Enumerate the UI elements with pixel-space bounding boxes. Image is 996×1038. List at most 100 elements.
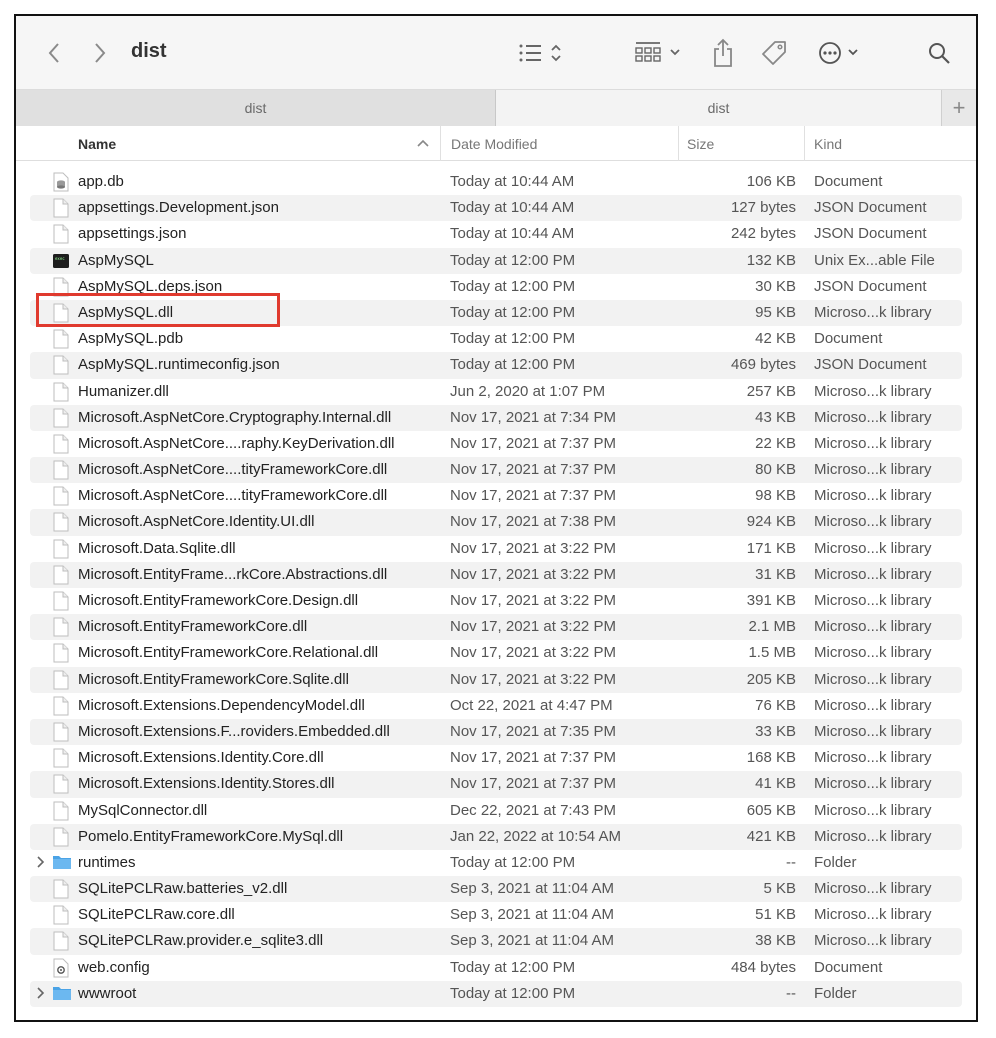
file-name: Microsoft.Extensions.Identity.Core.dll: [78, 749, 324, 767]
file-size: 605 KB: [746, 801, 796, 819]
document-icon: [52, 774, 70, 794]
file-date-modified: Nov 17, 2021 at 7:37 PM: [450, 749, 616, 767]
file-row[interactable]: AspMySQL.dll Today at 12:00 PM 95 KB Micros…: [30, 299, 962, 327]
column-kind[interactable]: Kind: [804, 126, 976, 161]
file-size: 31 KB: [755, 565, 796, 583]
file-row[interactable]: Microsoft.Extensions.DependencyModel.dll…: [30, 693, 962, 719]
file-row[interactable]: exec AspMySQL Today at 12:00 PM 132 KB Unix …: [30, 247, 962, 274]
file-date-modified: Today at 10:44 AM: [450, 173, 575, 190]
sort-ascending-icon[interactable]: [416, 137, 430, 151]
file-name: Microsoft.AspNetCore.Cryptography.Intern…: [78, 408, 392, 426]
document-icon: [52, 931, 70, 951]
forward-button[interactable]: [88, 38, 112, 68]
document-icon: [52, 670, 70, 690]
file-kind: Microso...k library: [814, 539, 932, 557]
document-icon: [52, 748, 70, 768]
file-name: Microsoft.AspNetCore....raphy.KeyDerivat…: [78, 434, 395, 452]
file-row[interactable]: Microsoft.AspNetCore....raphy.KeyDerivat…: [30, 431, 962, 457]
folder-row[interactable]: wwwroot Today at 12:00 PM -- Folder: [30, 980, 962, 1007]
document-icon: [52, 303, 70, 323]
file-row[interactable]: AspMySQL.runtimeconfig.json Today at 12:0…: [30, 352, 962, 379]
file-row[interactable]: appsettings.Development.json Today at 10:…: [30, 195, 962, 222]
tag-button[interactable]: [758, 38, 790, 68]
column-size[interactable]: Size: [678, 126, 804, 161]
file-row[interactable]: web.config Today at 12:00 PM 484 bytes Docu…: [30, 955, 962, 981]
file-row[interactable]: Microsoft.EntityFrameworkCore.Design.dll…: [30, 588, 962, 614]
column-date-modified[interactable]: Date Modified: [440, 126, 678, 161]
file-kind: Microso...k library: [814, 487, 932, 505]
file-size: 98 KB: [755, 487, 796, 505]
file-row[interactable]: Microsoft.EntityFrameworkCore.Sqlite.dll…: [30, 666, 962, 693]
file-name: Microsoft.EntityFrameworkCore.Sqlite.dll: [78, 670, 349, 688]
file-row[interactable]: Microsoft.Extensions.Identity.Stores.dll…: [30, 771, 962, 798]
file-size: 257 KB: [746, 382, 796, 400]
document-icon: [52, 722, 70, 742]
file-date-modified: Today at 12:00 PM: [450, 330, 576, 348]
file-kind: Microso...k library: [814, 618, 932, 636]
document-icon: [52, 224, 70, 244]
file-name: AspMySQL: [78, 251, 154, 269]
file-row[interactable]: MySqlConnector.dll Dec 22, 2021 at 7:43 P…: [30, 798, 962, 824]
document-icon: [52, 565, 70, 585]
file-size: 391 KB: [746, 592, 796, 609]
disclosure-triangle-icon[interactable]: [35, 986, 47, 1002]
document-icon: [52, 801, 70, 821]
folder-row[interactable]: runtimes Today at 12:00 PM -- Folder: [30, 850, 962, 876]
column-name[interactable]: Name: [78, 126, 438, 161]
file-date-modified: Nov 17, 2021 at 3:22 PM: [450, 644, 616, 662]
file-size: 38 KB: [755, 932, 796, 950]
file-kind: Document: [814, 173, 883, 190]
file-row[interactable]: SQLitePCLRaw.batteries_v2.dll Sep 3, 2021…: [30, 876, 962, 903]
share-button[interactable]: [708, 36, 738, 70]
document-icon: [52, 434, 70, 454]
file-row[interactable]: AspMySQL.deps.json Today at 12:00 PM 30 KB…: [30, 274, 962, 300]
file-row[interactable]: AspMySQL.pdb Today at 12:00 PM 42 KB Docume…: [30, 326, 962, 352]
chevron-right-icon: [95, 43, 106, 63]
view-options-button[interactable]: [516, 38, 574, 68]
svg-text:exec: exec: [55, 256, 65, 261]
document-icon: [52, 591, 70, 611]
file-kind: Microso...k library: [814, 932, 932, 950]
file-kind: Folder: [814, 853, 857, 871]
file-kind: Microso...k library: [814, 801, 932, 819]
file-row[interactable]: SQLitePCLRaw.core.dll Sep 3, 2021 at 11:0…: [30, 902, 962, 928]
tab-dist-1[interactable]: dist: [16, 90, 496, 126]
file-row[interactable]: Microsoft.EntityFrameworkCore.Relational…: [30, 640, 962, 666]
group-button[interactable]: [634, 38, 686, 68]
file-size: 22 KB: [755, 434, 796, 452]
database-icon: [52, 172, 70, 192]
file-row[interactable]: Microsoft.AspNetCore....tityFrameworkCor…: [30, 483, 962, 509]
file-row[interactable]: Microsoft.EntityFrameworkCore.dll Nov 17,…: [30, 614, 962, 641]
file-row[interactable]: Microsoft.Extensions.Identity.Core.dll No…: [30, 745, 962, 771]
file-row[interactable]: Microsoft.AspNetCore.Identity.UI.dll Nov …: [30, 509, 962, 536]
file-name: SQLitePCLRaw.batteries_v2.dll: [78, 880, 288, 898]
tab-dist-2[interactable]: dist: [496, 90, 941, 126]
file-row[interactable]: Microsoft.Extensions.F...roviders.Embedd…: [30, 718, 962, 746]
file-row[interactable]: Microsoft.AspNetCore....tityFrameworkCor…: [30, 457, 962, 484]
file-row[interactable]: appsettings.json Today at 10:44 AM 242 byt…: [30, 221, 962, 247]
back-button[interactable]: [42, 38, 66, 68]
disclosure-triangle-icon[interactable]: [35, 855, 47, 871]
file-row[interactable]: Humanizer.dll Jun 2, 2020 at 1:07 PM 257 K…: [30, 379, 962, 405]
file-row[interactable]: SQLitePCLRaw.provider.e_sqlite3.dll Sep 3…: [30, 928, 962, 955]
search-button[interactable]: [924, 38, 954, 68]
file-date-modified: Today at 12:00 PM: [450, 277, 576, 295]
file-row[interactable]: Microsoft.Data.Sqlite.dll Nov 17, 2021 at…: [30, 536, 962, 562]
file-name: Microsoft.EntityFrameworkCore.Design.dll: [78, 592, 359, 609]
file-size: 484 bytes: [730, 958, 796, 976]
file-row[interactable]: app.db Today at 10:44 AM 106 KB Document: [30, 169, 962, 195]
document-icon: [52, 643, 70, 663]
file-size: 51 KB: [755, 906, 796, 924]
more-actions-button[interactable]: [816, 38, 866, 68]
file-date-modified: Today at 12:00 PM: [450, 853, 576, 871]
file-date-modified: Nov 17, 2021 at 3:22 PM: [450, 539, 616, 557]
file-kind: Microso...k library: [814, 644, 932, 662]
new-tab-button[interactable]: +: [941, 90, 976, 126]
file-date-modified: Today at 10:44 AM: [450, 225, 575, 243]
tab-bar: dist dist +: [16, 90, 976, 126]
file-row[interactable]: Pomelo.EntityFrameworkCore.MySql.dll Jan …: [30, 823, 962, 850]
file-row[interactable]: Microsoft.EntityFrame...rkCore.Abstracti…: [30, 561, 962, 588]
document-icon: [52, 382, 70, 402]
file-row[interactable]: Microsoft.AspNetCore.Cryptography.Intern…: [30, 404, 962, 431]
file-kind: JSON Document: [814, 277, 927, 295]
